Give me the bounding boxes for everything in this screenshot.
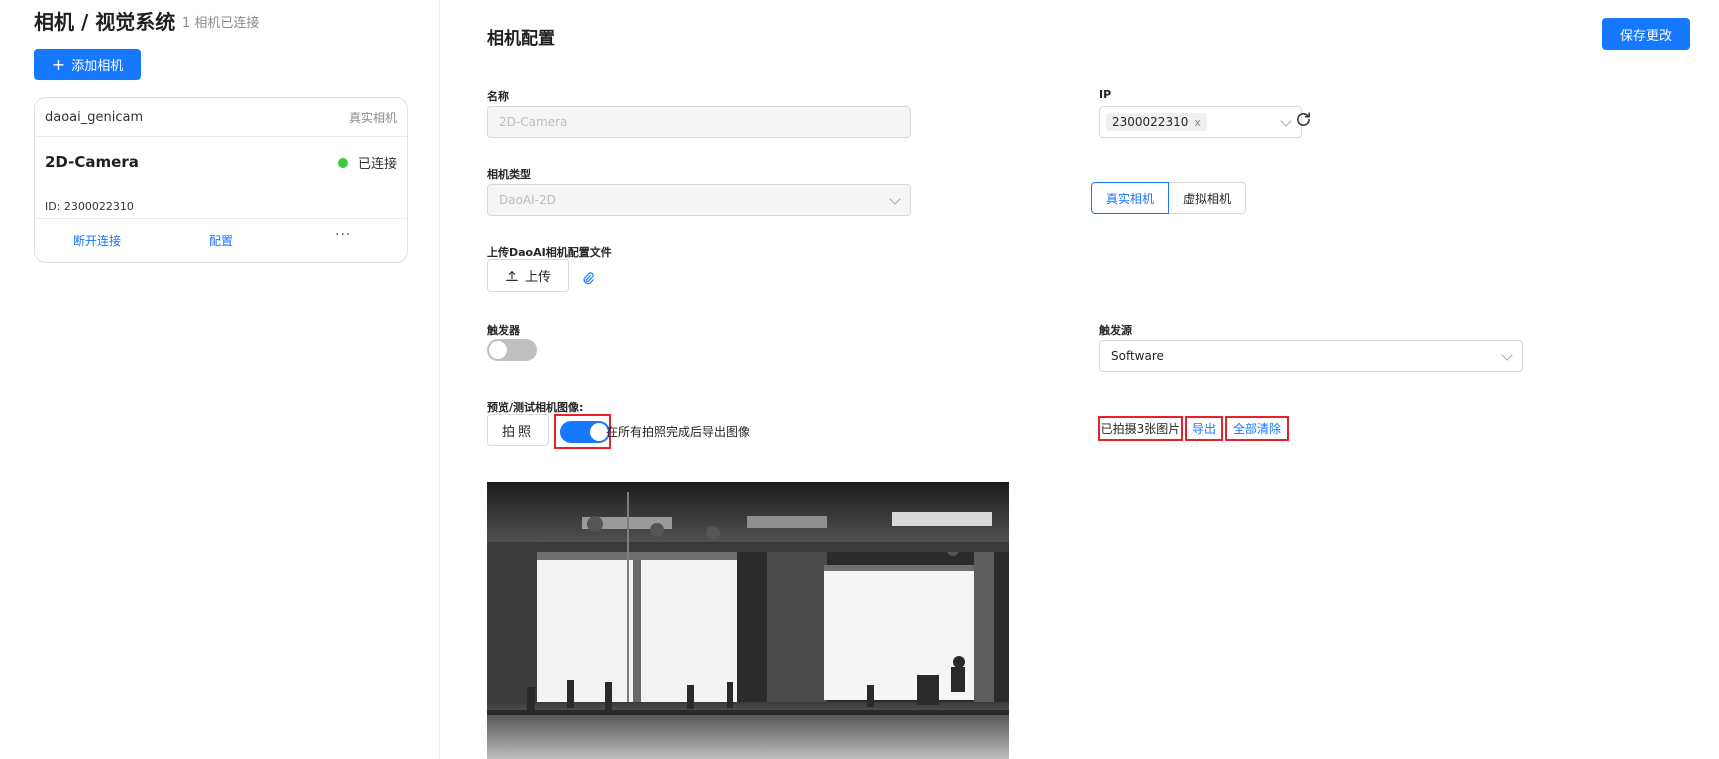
sidebar: 相机 / 视觉系统 1 相机已连接 + 添加相机 daoai_genicam 真… <box>0 0 440 759</box>
camera-type-label: 相机类型 <box>487 168 531 181</box>
clear-all-link[interactable]: 全部清除 <box>1225 416 1289 441</box>
upload-label: 上传DaoAI相机配置文件 <box>487 246 612 259</box>
refresh-icon[interactable] <box>1295 111 1312 128</box>
status-dot-icon <box>337 157 348 168</box>
camera-preview-image <box>487 482 1009 759</box>
upload-button-label: 上传 <box>524 270 551 285</box>
camera-name: 2D-Camera <box>45 153 139 171</box>
camera-card-actions: 断开连接 配置 ··· <box>35 218 407 262</box>
shoot-button[interactable]: 拍照 <box>487 414 549 446</box>
chevron-down-icon <box>1501 349 1513 361</box>
export-after-shoot-switch[interactable] <box>560 421 610 443</box>
name-value: 2D-Camera <box>499 115 568 129</box>
status-text: 已连接 <box>357 157 397 172</box>
connected-count: 1 相机已连接 <box>182 16 260 31</box>
config-title: 相机配置 <box>487 29 555 49</box>
camera-mode-toggle: 真实相机 虚拟相机 <box>1091 182 1247 214</box>
chevron-down-icon <box>889 193 901 205</box>
ip-label: IP <box>1099 88 1112 101</box>
plus-icon: + <box>51 54 66 74</box>
upload-button[interactable]: 上传 <box>487 259 569 292</box>
add-camera-label: 添加相机 <box>71 59 124 74</box>
trigger-source-label: 触发源 <box>1099 324 1132 337</box>
status-badge: 已连接 <box>337 153 397 172</box>
page-title: 相机 / 视觉系统 <box>34 10 176 34</box>
camera-id: ID: 2300022310 <box>45 200 134 213</box>
disconnect-link[interactable]: 断开连接 <box>73 232 121 249</box>
camera-card[interactable]: daoai_genicam 真实相机 2D-Camera 已连接 ID: 230… <box>34 97 408 263</box>
camera-kind: 真实相机 <box>348 110 397 125</box>
trigger-label: 触发器 <box>487 324 520 337</box>
name-label: 名称 <box>487 90 509 103</box>
name-input[interactable]: 2D-Camera <box>487 106 911 138</box>
trigger-switch[interactable] <box>487 339 537 361</box>
trigger-source-select[interactable]: Software <box>1099 340 1523 372</box>
camera-card-header: daoai_genicam 真实相机 <box>35 98 407 137</box>
real-camera-option[interactable]: 真实相机 <box>1091 182 1170 214</box>
paperclip-icon[interactable] <box>581 271 595 285</box>
upload-icon <box>506 270 518 281</box>
virtual-camera-option[interactable]: 虚拟相机 <box>1169 182 1247 214</box>
export-link[interactable]: 导出 <box>1185 416 1223 441</box>
ip-tag: 2300022310 x <box>1106 113 1207 131</box>
more-icon[interactable]: ··· <box>335 227 351 243</box>
export-hint: 在所有拍照完成后导出图像 <box>606 425 751 439</box>
save-button[interactable]: 保存更改 <box>1602 18 1690 50</box>
add-camera-button[interactable]: + 添加相机 <box>34 49 141 80</box>
camera-type-select[interactable]: DaoAI-2D <box>487 184 911 216</box>
camera-type-value: DaoAI-2D <box>499 193 556 207</box>
chevron-down-icon <box>1280 115 1292 127</box>
shot-count: 已拍摄3张图片 <box>1098 416 1183 441</box>
ip-tag-label: 2300022310 <box>1112 115 1189 129</box>
configure-link[interactable]: 配置 <box>209 232 233 249</box>
remove-tag-icon[interactable]: x <box>1194 116 1201 129</box>
trigger-source-value: Software <box>1111 349 1164 363</box>
preview-label: 预览/测试相机图像: <box>487 401 584 414</box>
ip-select[interactable]: 2300022310 x <box>1099 106 1302 138</box>
switch-knob <box>489 341 507 359</box>
camera-driver: daoai_genicam <box>45 109 144 125</box>
